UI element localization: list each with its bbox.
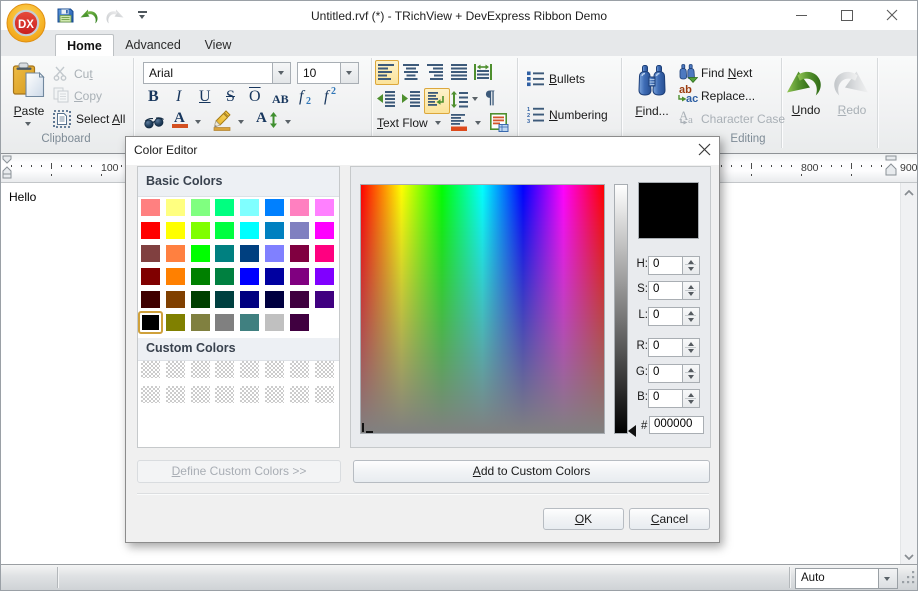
svg-text:DX: DX (18, 19, 34, 31)
svg-text:3: 3 (527, 119, 530, 123)
